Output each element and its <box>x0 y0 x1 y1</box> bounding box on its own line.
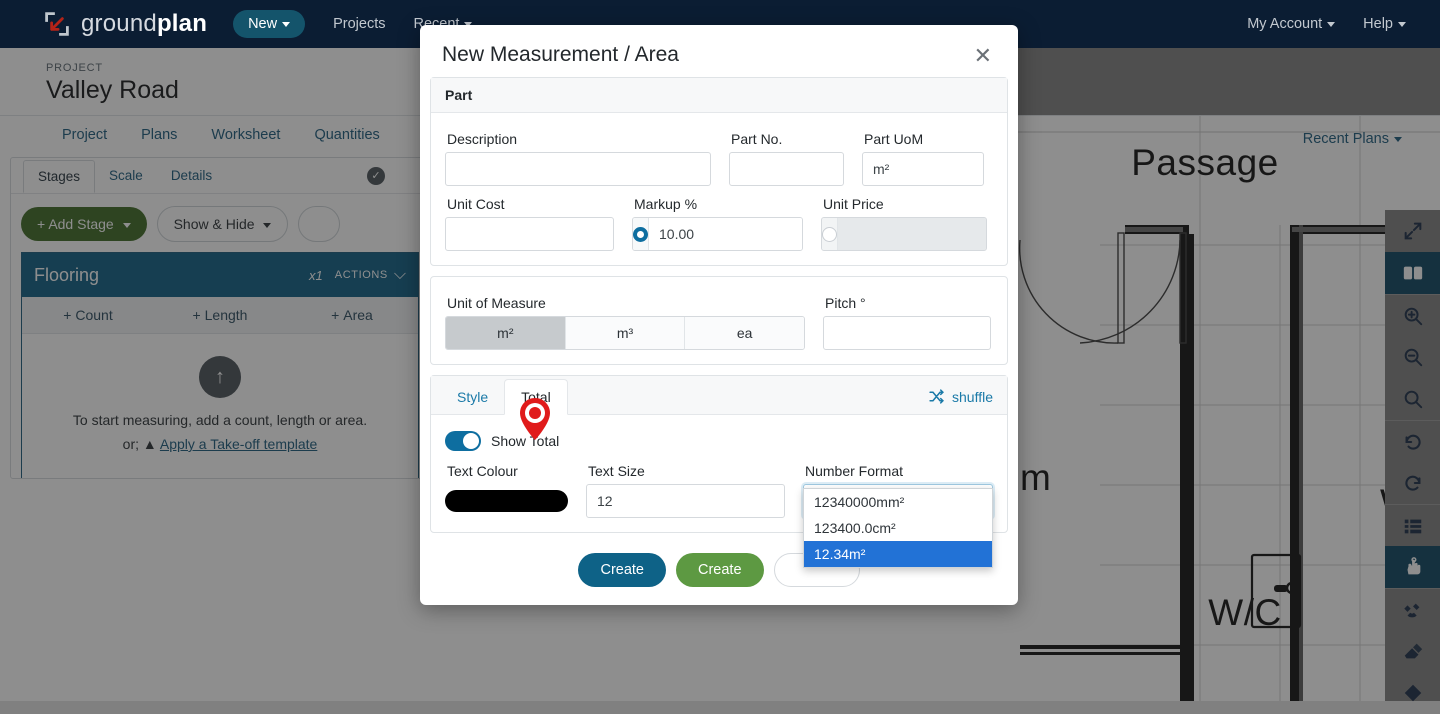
part-section-title: Part <box>431 78 1007 113</box>
number-format-option-cm2[interactable]: 123400.0cm² <box>804 515 992 541</box>
create-button[interactable]: Create <box>578 553 666 587</box>
brand-prefix: ground <box>81 10 157 37</box>
nav-help[interactable]: Help <box>1363 16 1406 32</box>
text-colour-label: Text Colour <box>447 463 518 479</box>
unit-of-measure-label: Unit of Measure <box>447 295 546 311</box>
chevron-down-icon <box>282 21 291 27</box>
radio-selected-icon <box>633 226 648 242</box>
number-format-label: Number Format <box>805 463 904 479</box>
uom-option-m2[interactable]: m² <box>446 317 566 349</box>
measure-section-body: Unit of Measure m² m³ ea Pitch ° <box>431 277 1007 364</box>
unit-cost-label: Unit Cost <box>447 196 505 212</box>
unit-of-measure-segmented[interactable]: m² m³ ea <box>445 316 805 350</box>
pitch-input[interactable] <box>823 316 991 350</box>
uom-option-ea[interactable]: ea <box>685 317 804 349</box>
uom-option-m3[interactable]: m³ <box>565 317 686 349</box>
dialog-header: New Measurement / Area ✕ <box>420 25 1018 77</box>
text-size-label: Text Size <box>588 463 645 479</box>
toggle-knob <box>463 433 479 449</box>
unit-price-label: Unit Price <box>823 196 884 212</box>
part-section: Part Description Part No. Part UoM Un <box>430 77 1008 266</box>
shuffle-label: shuffle <box>952 388 993 405</box>
number-format-option-m2[interactable]: 12.34m² <box>804 541 992 567</box>
nav-projects-label: Projects <box>333 16 386 32</box>
markup-input-group[interactable] <box>632 217 803 251</box>
brand-logo[interactable]: groundplan <box>42 9 207 39</box>
text-size-input[interactable] <box>586 484 785 518</box>
markup-input[interactable] <box>649 218 802 250</box>
measure-section: Unit of Measure m² m³ ea Pitch ° <box>430 276 1008 365</box>
nav-help-label: Help <box>1363 16 1393 32</box>
brand-suffix: plan <box>156 10 208 37</box>
part-no-label: Part No. <box>731 131 783 147</box>
nav-new-button[interactable]: New <box>233 10 306 38</box>
markup-label: Markup % <box>634 196 698 212</box>
nav-projects[interactable]: Projects <box>333 16 385 32</box>
text-colour-swatch[interactable] <box>445 490 568 512</box>
show-total-toggle[interactable] <box>445 431 481 451</box>
map-pin-marker <box>516 396 554 449</box>
part-uom-input[interactable] <box>862 152 984 186</box>
pitch-label: Pitch ° <box>825 295 866 311</box>
radio-unselected-icon <box>822 226 837 242</box>
shuffle-icon <box>929 389 944 404</box>
tab-style[interactable]: Style <box>441 380 504 414</box>
expand-arrows-logo-icon <box>45 12 69 36</box>
new-measurement-dialog: New Measurement / Area ✕ Part Descriptio… <box>420 25 1018 605</box>
chevron-down-icon <box>1398 21 1406 27</box>
close-icon[interactable]: ✕ <box>970 43 996 69</box>
description-label: Description <box>447 131 518 147</box>
nav-right-group: My Account Help <box>1247 16 1406 32</box>
brand-text: groundplan <box>81 10 207 38</box>
shuffle-button[interactable]: shuffle <box>924 379 997 414</box>
create-and-continue-button[interactable]: Create <box>676 553 764 587</box>
part-no-input[interactable] <box>729 152 844 186</box>
part-section-body: Description Part No. Part UoM Unit Cost <box>431 113 1007 265</box>
unit-price-radio[interactable] <box>822 218 838 250</box>
unit-cost-input[interactable] <box>445 217 614 251</box>
description-input[interactable] <box>445 152 711 186</box>
part-uom-label: Part UoM <box>864 131 924 147</box>
nav-my-account-label: My Account <box>1247 16 1323 32</box>
nav-new-label: New <box>248 16 278 32</box>
dialog-title: New Measurement / Area <box>442 43 679 66</box>
chevron-down-icon <box>1327 21 1336 27</box>
number-format-options-list[interactable]: 12340000mm² 123400.0cm² 12.34m² <box>803 488 993 568</box>
markup-radio[interactable] <box>633 218 649 250</box>
unit-price-input-group[interactable] <box>821 217 987 251</box>
number-format-option-mm2[interactable]: 12340000mm² <box>804 489 992 515</box>
unit-price-input[interactable] <box>838 218 986 250</box>
nav-my-account[interactable]: My Account <box>1247 16 1336 32</box>
